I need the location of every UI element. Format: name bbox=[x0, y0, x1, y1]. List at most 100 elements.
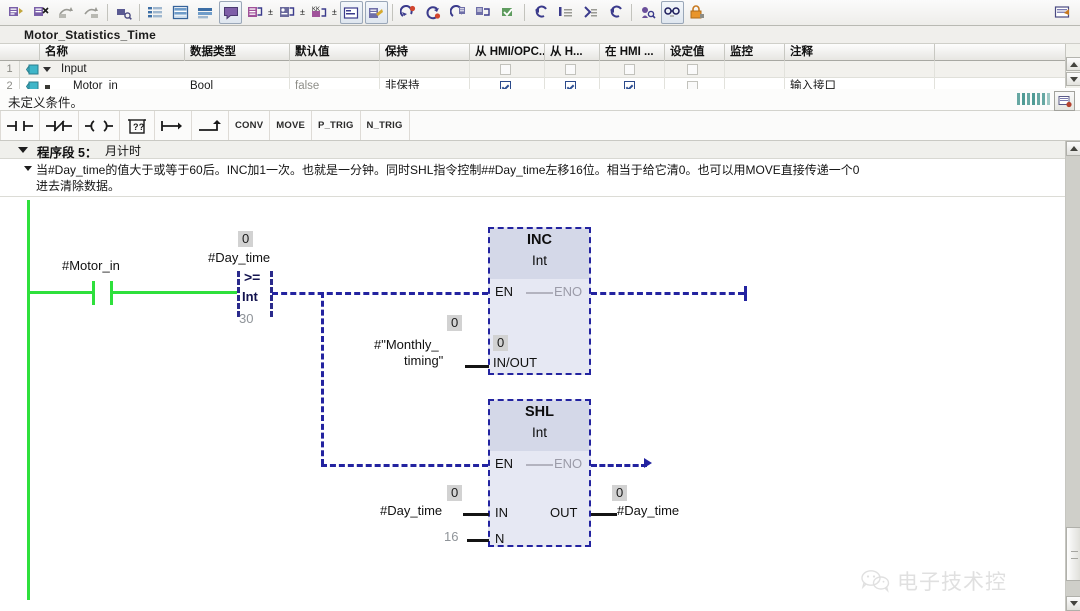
jump-back-icon[interactable] bbox=[529, 1, 552, 24]
cross-reference-icon[interactable] bbox=[636, 1, 659, 24]
network-collapse-toggle[interactable] bbox=[18, 147, 28, 153]
condition-settings-button[interactable] bbox=[1054, 91, 1075, 111]
monitor-on-icon[interactable] bbox=[244, 1, 267, 24]
rewire-icon[interactable] bbox=[497, 1, 520, 24]
interface-col-setpoint[interactable]: 设定值 bbox=[665, 44, 725, 61]
checkbox-in-hmi[interactable] bbox=[624, 64, 635, 75]
goto-next-error-icon[interactable] bbox=[472, 1, 495, 24]
bookmark-next-icon[interactable] bbox=[579, 1, 602, 24]
network-comment-line2[interactable]: 进去清除数据。 bbox=[36, 177, 120, 194]
interface-col-default[interactable]: 默认值 bbox=[290, 44, 380, 61]
cell-from-hmi-opc[interactable] bbox=[470, 61, 545, 78]
palette-close-branch[interactable] bbox=[192, 111, 229, 140]
cell-monitor[interactable] bbox=[725, 61, 785, 78]
cell-from-hmi[interactable] bbox=[545, 61, 600, 78]
delete-network-icon[interactable] bbox=[30, 1, 53, 24]
editor-vertical-scrollbar[interactable] bbox=[1065, 141, 1080, 611]
row-expander[interactable] bbox=[43, 67, 51, 72]
interface-col-in-hmi[interactable]: 在 HMI ... bbox=[600, 44, 665, 61]
inc-block-datatype[interactable]: Int bbox=[490, 253, 589, 268]
palette-output-coil[interactable] bbox=[79, 111, 120, 140]
monitor-on-dropdown[interactable]: ± bbox=[268, 8, 273, 17]
interface-col-from-hmi[interactable]: 从 H... bbox=[545, 44, 600, 61]
comment-toggle-icon[interactable] bbox=[219, 1, 242, 24]
inc-pin-eno[interactable]: ENO bbox=[554, 284, 582, 299]
absolute-relative-icon[interactable] bbox=[112, 1, 135, 24]
cell-datatype[interactable] bbox=[185, 61, 290, 78]
network-overview-icon[interactable] bbox=[169, 1, 192, 24]
monitor-sel-icon[interactable] bbox=[276, 1, 299, 24]
show-all-networks-icon[interactable] bbox=[194, 1, 217, 24]
shl-pin-eno[interactable]: ENO bbox=[554, 456, 582, 471]
network-title[interactable]: 月计时 bbox=[105, 142, 141, 159]
monitor-sel-dropdown[interactable]: ± bbox=[300, 8, 305, 17]
cell-default[interactable] bbox=[290, 61, 380, 78]
interface-scroll-down-button[interactable] bbox=[1066, 72, 1080, 86]
interface-table-scrollbar[interactable] bbox=[1065, 44, 1080, 88]
insert-network-icon[interactable] bbox=[5, 1, 28, 24]
shl-block-datatype[interactable]: Int bbox=[490, 425, 589, 440]
know-how-protection-icon[interactable] bbox=[686, 1, 709, 24]
interface-col-comment[interactable]: 注释 bbox=[785, 44, 935, 61]
scrollbar-thumb[interactable] bbox=[1066, 527, 1080, 581]
symbol-info-icon[interactable] bbox=[339, 1, 363, 24]
comparator-compare-value[interactable]: 30 bbox=[239, 311, 253, 326]
download-icon[interactable] bbox=[422, 1, 445, 24]
checkbox-setpoint[interactable] bbox=[687, 64, 698, 75]
bookmark-prev-icon[interactable] bbox=[604, 1, 627, 24]
goto-prev-error-icon[interactable] bbox=[447, 1, 470, 24]
shl-n-value[interactable]: 16 bbox=[444, 529, 458, 544]
inc-pin-inout[interactable]: IN/OUT bbox=[493, 355, 537, 370]
cell-comment[interactable] bbox=[785, 61, 935, 78]
scrollbar-grip bbox=[1071, 551, 1078, 559]
show-hide-lines-icon[interactable] bbox=[144, 1, 167, 24]
shl-instruction-block[interactable]: SHL Int EN ENO IN N OUT bbox=[488, 399, 591, 547]
inc-pin-en[interactable]: EN bbox=[495, 284, 513, 299]
cell-name[interactable]: Input bbox=[56, 61, 185, 78]
monitor-kk-icon[interactable]: KK bbox=[308, 1, 331, 24]
shl-in-operand[interactable]: #Day_time bbox=[380, 503, 442, 518]
interface-col-monitor[interactable]: 监控 bbox=[725, 44, 785, 61]
properties-icon[interactable] bbox=[1051, 1, 1074, 24]
scroll-down-button[interactable] bbox=[1066, 596, 1080, 611]
inc-inout-operand-line1[interactable]: #"Monthly_ bbox=[374, 337, 439, 352]
cell-retain[interactable] bbox=[380, 61, 470, 78]
checkbox-from-hmi-opc[interactable] bbox=[500, 64, 511, 75]
interface-col-from-hmi-opc[interactable]: 从 HMI/OPC.. bbox=[470, 44, 545, 61]
palette-normally-open-contact[interactable] bbox=[0, 111, 40, 140]
monitor-kk-dropdown[interactable]: ± bbox=[332, 8, 337, 17]
cell-setpoint[interactable] bbox=[665, 61, 725, 78]
table-row[interactable]: 1 Input bbox=[0, 61, 1080, 78]
palette-normally-closed-contact[interactable] bbox=[40, 111, 79, 140]
inc-inout-operand-line2[interactable]: timing" bbox=[404, 353, 443, 368]
interface-col-retain[interactable]: 保持 bbox=[380, 44, 470, 61]
compile-icon[interactable] bbox=[397, 1, 420, 24]
shl-pin-out[interactable]: OUT bbox=[550, 505, 577, 520]
comparator-operand[interactable]: #Day_time bbox=[208, 250, 270, 265]
scroll-up-button[interactable] bbox=[1066, 141, 1080, 156]
checkbox-from-hmi[interactable] bbox=[565, 64, 576, 75]
promote-icon[interactable] bbox=[55, 1, 78, 24]
comment-collapse-toggle[interactable] bbox=[24, 166, 32, 171]
update-inconsistent-icon[interactable] bbox=[364, 1, 388, 24]
palette-move[interactable]: MOVE bbox=[270, 111, 313, 140]
interface-scroll-up-button[interactable] bbox=[1066, 57, 1080, 71]
palette-n-trig[interactable]: N_TRIG bbox=[361, 111, 410, 140]
inc-instruction-block[interactable]: INC Int EN ENO 0 IN/OUT bbox=[488, 227, 591, 375]
shl-pin-in[interactable]: IN bbox=[495, 505, 508, 520]
demote-icon[interactable] bbox=[80, 1, 103, 24]
palette-conv[interactable]: CONV bbox=[229, 111, 271, 140]
shl-pin-en[interactable]: EN bbox=[495, 456, 513, 471]
palette-empty-box[interactable]: ?? bbox=[120, 111, 155, 140]
palette-open-branch[interactable] bbox=[155, 111, 192, 140]
monitoring-glasses-icon[interactable] bbox=[660, 1, 684, 24]
interface-col-name[interactable]: 名称 bbox=[40, 44, 185, 61]
shl-out-operand[interactable]: #Day_time bbox=[617, 503, 679, 518]
bookmark-set-icon[interactable] bbox=[554, 1, 577, 24]
shl-pin-n[interactable]: N bbox=[495, 531, 504, 546]
interface-col-datatype[interactable]: 数据类型 bbox=[185, 44, 290, 61]
palette-p-trig[interactable]: P_TRIG bbox=[312, 111, 361, 140]
network-comment-line1[interactable]: 当#Day_time的值大于或等于60后。INC加1一次。也就是一分钟。同时SH… bbox=[36, 161, 859, 178]
contact-label[interactable]: #Motor_in bbox=[62, 258, 120, 273]
cell-in-hmi[interactable] bbox=[600, 61, 665, 78]
